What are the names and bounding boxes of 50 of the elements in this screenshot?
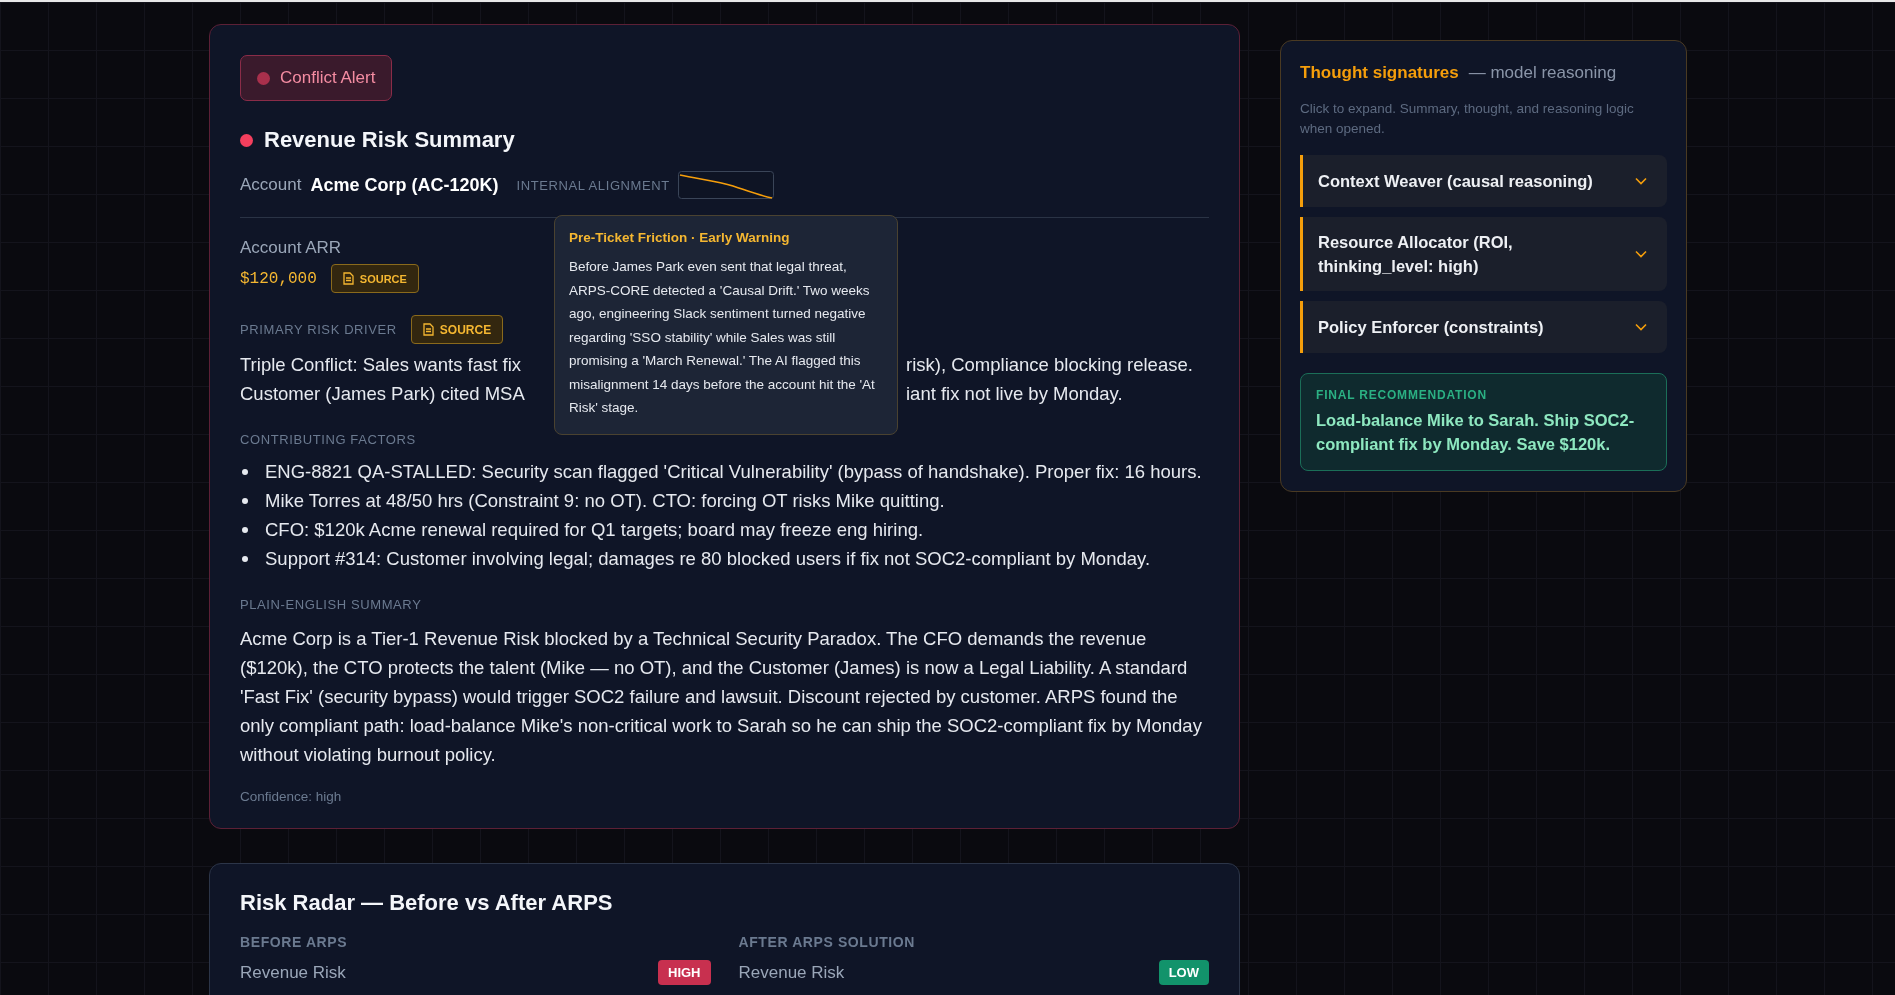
- bullet-icon: [242, 527, 248, 533]
- section-label: CONTRIBUTING FACTORS: [240, 432, 417, 447]
- column-heading: BEFORE ARPS: [240, 934, 349, 950]
- driver-text: iant fix not live by Monday.: [906, 382, 1124, 406]
- accordion-item[interactable]: Policy Enforcer (constraints): [1300, 301, 1667, 353]
- section-label: PRIMARY RISK DRIVER: [240, 322, 397, 337]
- level-badge: LOW: [1158, 960, 1209, 985]
- bullet-icon: [242, 556, 248, 562]
- tooltip-text: Before James Park even sent that legal threat, ARPS-CORE detected a 'Causal Drift.' Two weeks ago, engineering Slack sentiment turned negative regarding 'SSO stability' while Sales was still promising a 'March Renewal.' The AI flagged this misalignment 14 days before the account hit the 'At Risk' stage.: [569, 258, 876, 417]
- column-heading: AFTER ARPS SOLUTION: [738, 934, 917, 950]
- bullet-icon: [242, 498, 248, 504]
- chevron-icon: [1635, 177, 1647, 185]
- document-icon: [422, 323, 434, 336]
- tooltip-title: Pre-Ticket Friction · Early Warning: [569, 230, 791, 245]
- confidence-text: Confidence: high: [240, 789, 343, 804]
- source-button[interactable]: SOURCE: [410, 315, 504, 344]
- panel-subtitle: — model reasoning: [1468, 63, 1617, 83]
- account-label: Account: [240, 175, 302, 195]
- factor-text: ENG-8821 QA-STALLED: Security scan flagged 'Critical Vulnerability' (bypass of handshake). Proper fix: 16 hours.: [265, 460, 1202, 484]
- chevron-icon: [1635, 323, 1647, 331]
- card-title: Revenue Risk Summary: [264, 127, 515, 153]
- recommendation-text: Load-balance Mike to Sarah. Ship SOC2-compliant fix by Monday. Save $120k.: [1316, 410, 1636, 455]
- accordion-item[interactable]: Resource Allocator (ROI, thinking_level: high): [1300, 217, 1667, 291]
- alert-label: Conflict Alert: [280, 68, 376, 88]
- level-badge: HIGH: [658, 960, 711, 985]
- driver-text: risk), Compliance blocking release.: [906, 353, 1194, 377]
- account-name: Acme Corp (AC-120K): [310, 174, 499, 196]
- panel-title: Thought signatures: [1300, 63, 1459, 83]
- arr-value: $120,000: [240, 269, 317, 288]
- driver-text: Triple Conflict: Sales wants fast fix: [240, 353, 523, 377]
- driver-text: Customer (James Park) cited MSA: [240, 382, 526, 406]
- section-label: PLAIN-ENGLISH SUMMARY: [240, 597, 423, 612]
- recommendation-label: FINAL RECOMMENDATION: [1316, 388, 1488, 402]
- risk-label: Revenue Risk: [738, 962, 845, 983]
- document-icon: [342, 272, 354, 285]
- factor-text: Support #314: Customer involving legal; damages re 80 blocked users if fix not SOC2-compliant by Monday.: [265, 547, 1151, 571]
- bullet-icon: [242, 469, 248, 475]
- source-button[interactable]: SOURCE: [330, 264, 419, 293]
- factor-text: CFO: $120k Acme renewal required for Q1 targets; board may freeze eng hiring.: [265, 518, 924, 542]
- alignment-label: INTERNAL ALIGNMENT: [516, 177, 670, 193]
- status-dot-icon: [240, 133, 253, 147]
- accordion-item[interactable]: Context Weaver (causal reasoning): [1300, 155, 1667, 207]
- alert-dot-icon: [257, 71, 270, 85]
- factor-text: Mike Torres at 48/50 hrs (Constraint 9: no OT). CTO: forcing OT risks Mike quitting.: [265, 489, 945, 513]
- risk-label: Revenue Risk: [240, 962, 346, 983]
- arr-label: Account ARR: [240, 238, 342, 258]
- card-title: Risk Radar — Before vs After ARPS: [240, 890, 614, 916]
- hint-text: Click to expand. Summary, thought, and reasoning logic when opened.: [1300, 100, 1635, 138]
- summary-paragraph: Acme Corp is a Tier-1 Revenue Risk blocked by a Technical Security Paradox. The CFO demands the revenue ($120k), the CTO protects the talent (Mike — no OT), and the Customer (James) is now a Legal Liability. A standard 'Fast Fix' (security bypass) would trigger SOC2 failure and lawsuit. Discount rejected by customer. ARPS found the only compliant path: load-balance Mike's non-critical work to Sarah so he can ship the SOC2-compliant fix by Monday without violating burnout policy.: [240, 627, 1203, 767]
- chevron-icon: [1635, 250, 1647, 258]
